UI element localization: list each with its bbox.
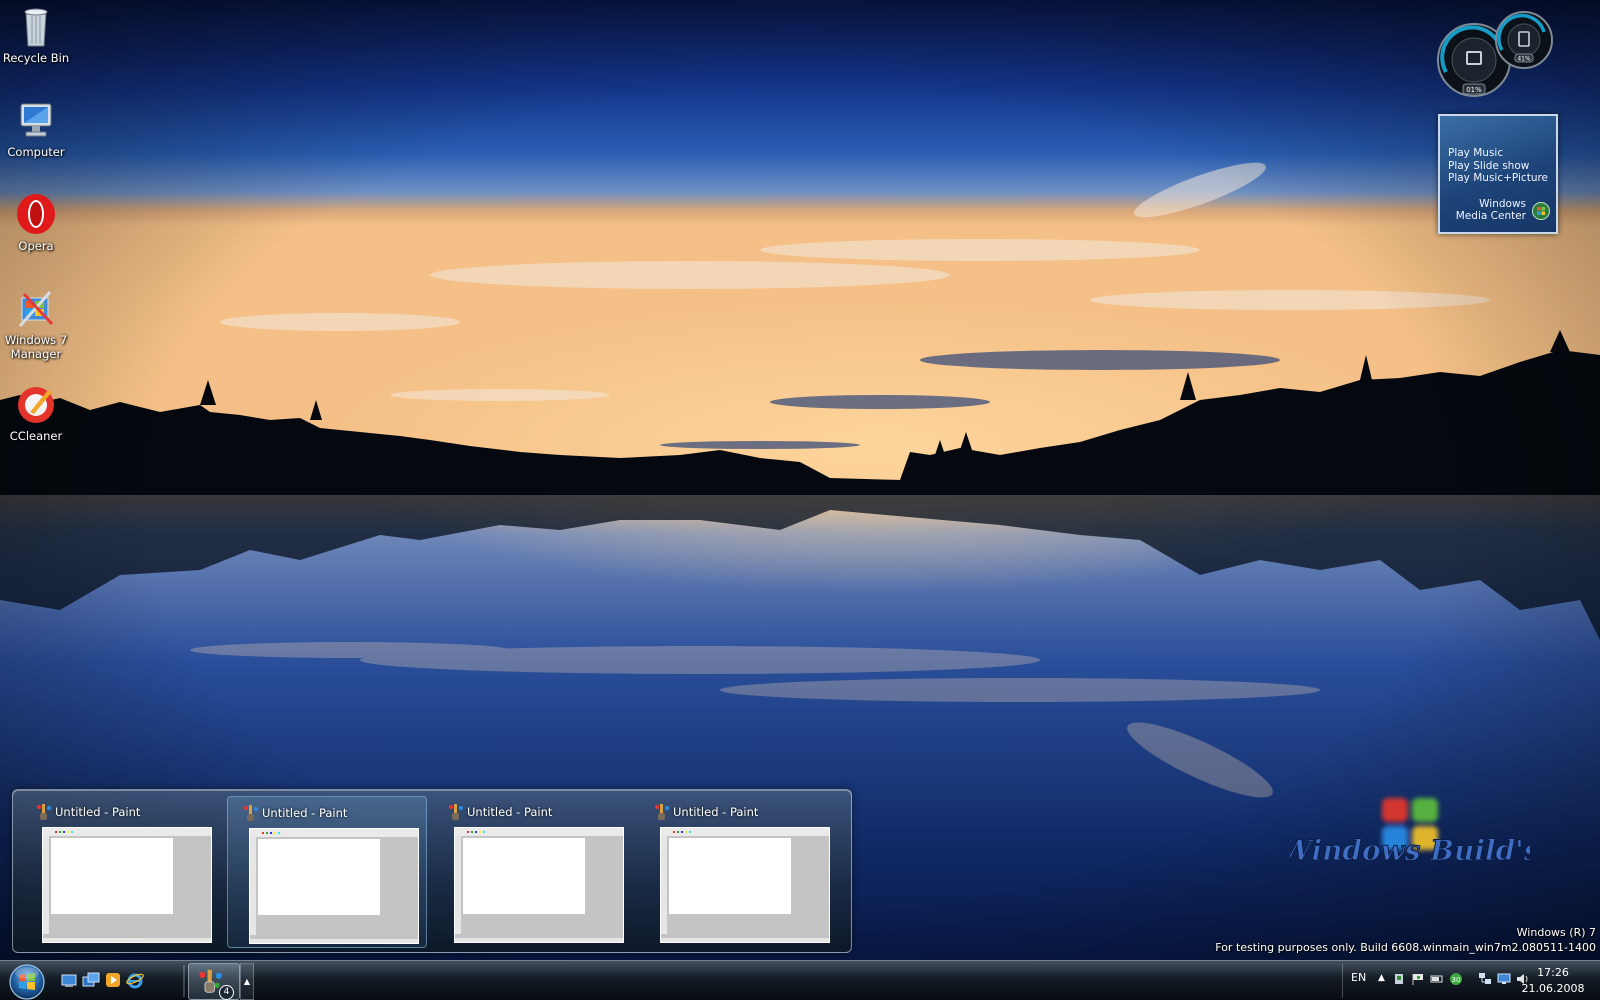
desktop-icon-label: Computer — [7, 145, 65, 159]
show-desktop-icon[interactable] — [60, 971, 78, 989]
play-music-link[interactable]: Play Music — [1448, 147, 1548, 160]
internet-explorer-icon[interactable] — [126, 971, 144, 989]
paint-icon — [244, 805, 258, 821]
thumbnail-title: Untitled - Paint — [262, 806, 348, 820]
clock-date: 21.06.2008 — [1521, 982, 1585, 995]
windows7-manager-icon — [18, 291, 54, 327]
windows-builds-logo: Windows Build's — [1290, 798, 1530, 868]
media-player-icon[interactable] — [104, 971, 122, 989]
paint-icon — [37, 804, 51, 820]
thumbnail-paint-window[interactable]: Untitled - Paint — [227, 796, 427, 948]
thumbnail-paint-window[interactable]: Untitled - Paint — [21, 796, 221, 948]
desktop-icon-label: Recycle Bin — [2, 51, 70, 65]
thumbnail-paint-preview — [42, 827, 212, 943]
media-center-links: Play Music Play Slide show Play Music+Pi… — [1448, 147, 1548, 185]
switch-windows-icon[interactable] — [82, 971, 100, 989]
desktop-icon-label: Opera — [18, 239, 54, 253]
recycle-bin-icon — [24, 8, 48, 47]
chevron-up-icon: ▲ — [243, 977, 251, 986]
taskbar-separator — [183, 965, 185, 997]
thumbnail-paint-preview — [660, 827, 830, 943]
thumbnail-paint-window[interactable]: Untitled - Paint — [639, 796, 839, 948]
desktop-icon-windows7-manager[interactable]: Windows 7 Manager — [2, 286, 70, 361]
os-version-text: Windows (R) 7 — [1516, 926, 1596, 939]
paint-icon — [449, 804, 463, 820]
ccleaner-icon — [18, 387, 54, 423]
tray-app-icon[interactable] — [1392, 972, 1406, 986]
show-hidden-icons-button[interactable]: ▲ — [1378, 973, 1385, 983]
media-center-brand: Windows Media Center — [1455, 198, 1526, 222]
media-center-logo-icon — [1532, 202, 1550, 220]
desktop-icon-label: CCleaner — [9, 429, 63, 443]
play-slideshow-link[interactable]: Play Slide show — [1448, 160, 1548, 173]
build-number-text: For testing purposes only. Build 6608.wi… — [1215, 941, 1596, 954]
thumbnail-paint-preview — [454, 827, 624, 943]
tray-separator — [1342, 964, 1343, 998]
cpu-meter-gadget[interactable]: 01% 41% — [1432, 10, 1556, 102]
desktop-icon-ccleaner[interactable]: CCleaner — [2, 382, 70, 443]
tray-flag-icon[interactable] — [1411, 972, 1425, 986]
svg-text:30: 30 — [1452, 976, 1461, 984]
chevron-up-icon: ▲ — [1378, 973, 1385, 983]
thumbnail-title: Untitled - Paint — [467, 805, 553, 819]
window-count-badge: 4 — [219, 985, 234, 1000]
thumbnail-title: Untitled - Paint — [673, 805, 759, 819]
memory-usage-value: 41% — [1517, 56, 1531, 63]
build-info: Windows (R) 7 For testing purposes only.… — [1215, 925, 1596, 955]
taskbar-clock[interactable]: 17:26 21.06.2008 — [1508, 965, 1598, 997]
cpu-usage-value: 01% — [1466, 86, 1482, 94]
computer-icon — [20, 103, 52, 137]
paint-icon — [655, 804, 669, 820]
play-music-picture-link[interactable]: Play Music+Picture — [1448, 172, 1548, 185]
thumbnail-paint-preview — [249, 828, 419, 944]
desktop-icon-label: Windows 7 Manager — [4, 333, 68, 361]
desktop-icon-recycle-bin[interactable]: Recycle Bin — [2, 4, 70, 65]
desktop-icon-computer[interactable]: Computer — [2, 98, 70, 159]
tray-battery-icon[interactable] — [1430, 972, 1444, 986]
taskbar-button-paint-group[interactable]: 4 — [188, 963, 240, 1000]
tray-update-icon[interactable]: 30 — [1449, 972, 1463, 986]
desktop-icon-opera[interactable]: Opera — [2, 192, 70, 253]
thumbnail-title: Untitled - Paint — [55, 805, 141, 819]
thumbnail-paint-window[interactable]: Untitled - Paint — [433, 796, 633, 948]
network-icon[interactable] — [1478, 972, 1492, 986]
taskbar: 4 ▲ EN ▲ 30 17:26 21.06.2008 — [0, 960, 1600, 1000]
watermark-logo-text: Windows Build's — [1290, 834, 1530, 867]
media-center-gadget: Play Music Play Slide show Play Music+Pi… — [1438, 114, 1558, 234]
start-button[interactable] — [8, 963, 46, 1000]
clock-time: 17:26 — [1537, 966, 1569, 979]
language-indicator[interactable]: EN — [1351, 971, 1366, 984]
taskbar-group-expand-button[interactable]: ▲ — [240, 963, 254, 1000]
opera-icon — [17, 194, 55, 234]
taskbar-thumbnail-preview: Untitled - Paint Untitled - Paint Untitl… — [12, 789, 852, 953]
quick-launch-bar — [60, 971, 144, 989]
